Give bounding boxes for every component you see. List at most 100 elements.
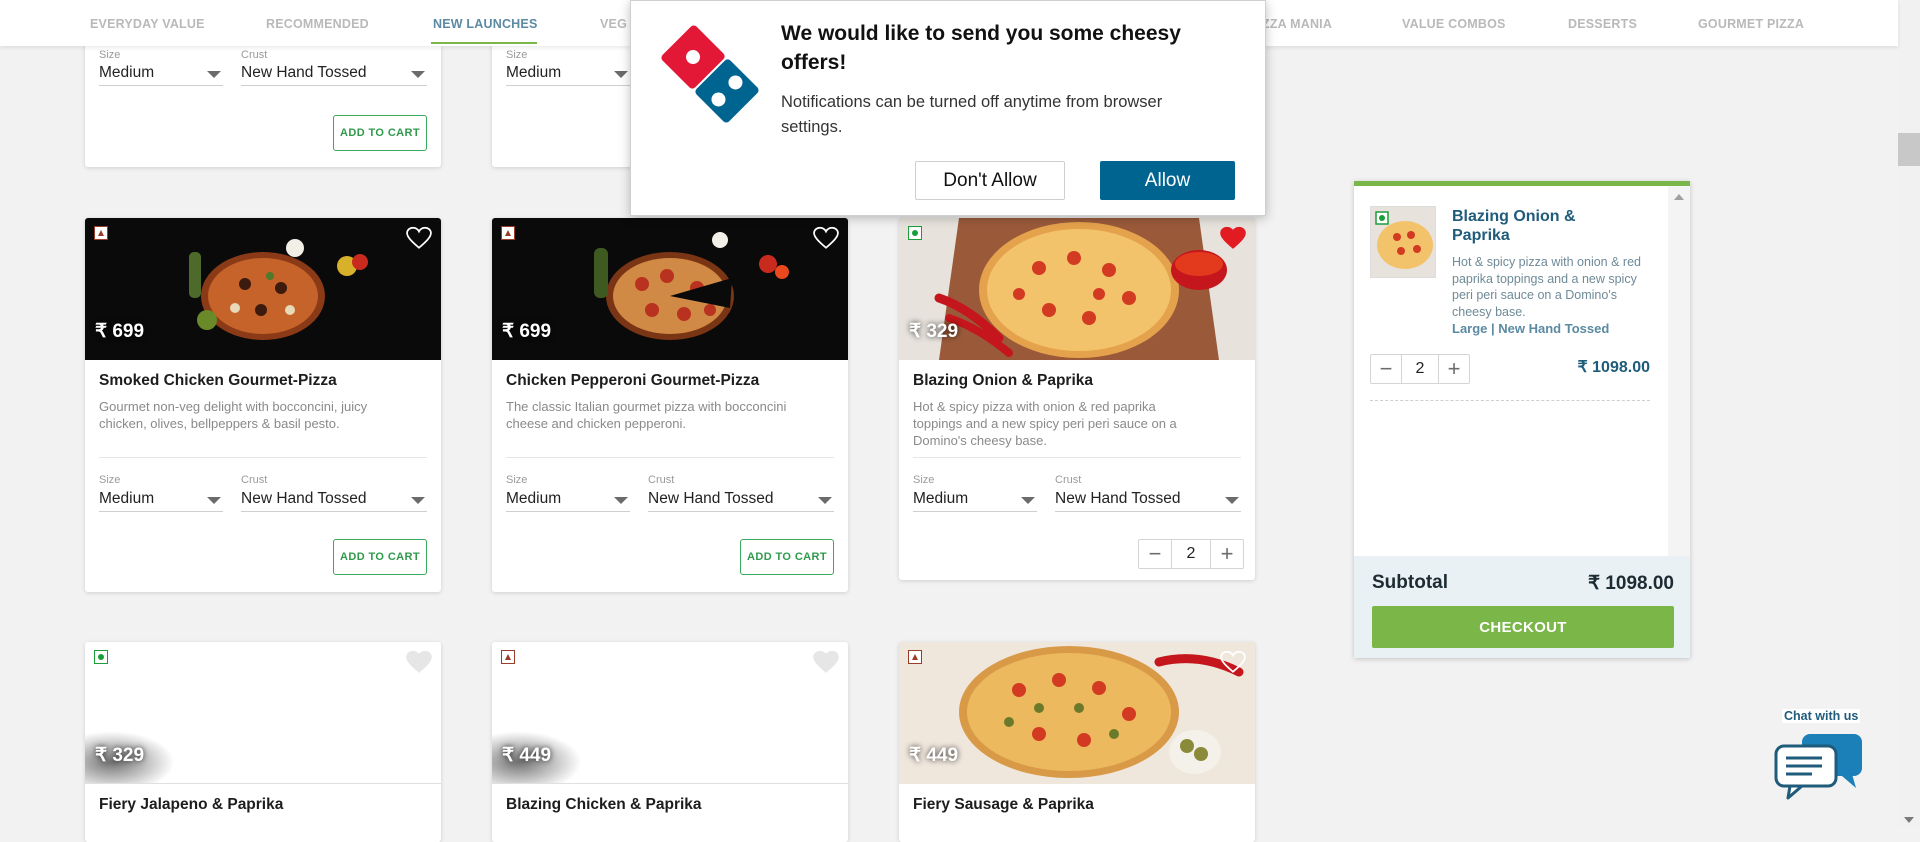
size-select[interactable]: Medium (506, 490, 630, 512)
size-value: Medium (506, 64, 562, 81)
product-card: ₹ 449 Blazing Chicken & Paprika (492, 642, 848, 842)
crust-label: Crust (648, 474, 675, 486)
heart-icon[interactable] (406, 650, 432, 674)
chat-label[interactable]: Chat with us (1782, 709, 1861, 723)
active-tab-underline (431, 42, 537, 44)
heart-icon[interactable] (406, 226, 432, 250)
product-description: Hot & spicy pizza with onion & red papri… (913, 399, 1177, 448)
size-value: Medium (99, 64, 155, 81)
crust-value: New Hand Tossed (241, 64, 367, 81)
chevron-down-icon (411, 71, 425, 78)
dialog-heading: We would like to send you some cheesy of… (781, 22, 1181, 74)
size-select[interactable]: Medium (913, 490, 1037, 512)
crust-label: Crust (1055, 474, 1082, 486)
heart-icon[interactable] (813, 226, 839, 250)
crust-select[interactable]: New Hand Tossed (241, 490, 427, 512)
pizza-image[interactable]: ₹ 699 (492, 218, 848, 360)
product-name: Blazing Chicken & Paprika (506, 796, 702, 813)
crust-value: New Hand Tossed (648, 490, 774, 507)
tab-new-launches[interactable]: NEW LAUNCHES (433, 17, 537, 31)
tab-gourmet-pizza[interactable]: GOURMET PIZZA (1698, 17, 1804, 31)
crust-label: Crust (241, 49, 268, 61)
non-veg-icon (501, 650, 515, 664)
chevron-down-icon (1021, 497, 1035, 504)
dont-allow-button[interactable]: Don't Allow (915, 161, 1065, 200)
product-name: Blazing Onion & Paprika (913, 372, 1093, 389)
tab-value-combos[interactable]: VALUE COMBOS (1402, 17, 1506, 31)
add-to-cart-button[interactable]: ADD TO CART (740, 539, 834, 575)
cart-panel: Blazing Onion & Paprika Hot & spicy pizz… (1354, 181, 1690, 658)
subtotal-value: ₹ 1098.00 (1587, 573, 1674, 594)
chat-bubble-icon[interactable] (1772, 730, 1868, 800)
pizza-image[interactable]: ₹ 699 (85, 218, 441, 360)
size-select[interactable]: Medium (506, 64, 630, 86)
cart-scrollbar[interactable] (1668, 186, 1690, 556)
crust-select[interactable]: New Hand Tossed (1055, 490, 1241, 512)
divider (1370, 400, 1650, 401)
pizza-image[interactable]: ₹ 449 (492, 642, 848, 784)
quantity-stepper: − 2 + (1370, 354, 1470, 384)
size-value: Medium (99, 490, 155, 507)
product-price: ₹ 449 (502, 745, 552, 766)
cart-item-description: Hot & spicy pizza with onion & red papri… (1452, 255, 1641, 319)
pizza-image[interactable]: ₹ 329 (899, 218, 1255, 360)
chevron-down-icon (207, 71, 221, 78)
product-price: ₹ 449 (909, 745, 959, 766)
tab-everyday-value[interactable]: EVERYDAY VALUE (90, 17, 205, 31)
size-select[interactable]: Medium (99, 64, 223, 86)
allow-button[interactable]: Allow (1100, 161, 1235, 200)
non-veg-icon (501, 226, 515, 240)
dialog-body: Notifications can be turned off anytime … (781, 93, 1163, 136)
size-value: Medium (913, 490, 969, 507)
product-card: ₹ 699 Smoked Chicken Gourmet-Pizza Gourm… (85, 218, 441, 592)
cart-item-image (1370, 206, 1436, 278)
heart-icon[interactable] (813, 650, 839, 674)
crust-select[interactable]: New Hand Tossed (241, 64, 427, 86)
heart-icon[interactable] (1220, 226, 1246, 250)
scroll-up-icon[interactable] (1674, 194, 1684, 200)
size-label: Size (99, 49, 121, 61)
crust-value: New Hand Tossed (1055, 490, 1181, 507)
checkout-button[interactable]: CHECKOUT (1372, 606, 1674, 648)
quantity-value: 2 (1171, 540, 1211, 568)
crust-select[interactable]: New Hand Tossed (648, 490, 834, 512)
crust-value: New Hand Tossed (241, 490, 367, 507)
subtotal-label: Subtotal (1372, 572, 1448, 593)
chevron-down-icon (1225, 497, 1239, 504)
size-label: Size (506, 474, 528, 486)
pizza-image[interactable]: ₹ 449 (899, 642, 1255, 784)
size-label: Size (913, 474, 935, 486)
chevron-down-icon (818, 497, 832, 504)
non-veg-icon (908, 650, 922, 664)
tab-recommended[interactable]: RECOMMENDED (266, 17, 369, 31)
scroll-down-icon[interactable] (1904, 817, 1914, 823)
add-to-cart-button[interactable]: ADD TO CART (333, 539, 427, 575)
tab-pizza-mania[interactable]: ZZA MANIA (1262, 17, 1332, 31)
product-card: ₹ 449 Fiery Sausage & Paprika (899, 642, 1255, 842)
size-select[interactable]: Medium (99, 490, 223, 512)
chevron-down-icon (411, 497, 425, 504)
add-to-cart-button[interactable]: ADD TO CART (333, 115, 427, 151)
tab-veg[interactable]: VEG (600, 17, 627, 31)
size-value: Medium (506, 490, 562, 507)
tab-desserts[interactable]: DESSERTS (1568, 17, 1637, 31)
divider (99, 457, 427, 458)
plus-button[interactable]: + (1439, 355, 1469, 383)
product-card: Size Medium Crust New Hand Tossed ADD TO… (85, 30, 441, 167)
pizza-image[interactable]: ₹ 329 (85, 642, 441, 784)
veg-icon (908, 226, 922, 240)
size-label: Size (99, 474, 121, 486)
crust-label: Crust (241, 474, 268, 486)
veg-icon (94, 650, 108, 664)
product-name: Fiery Sausage & Paprika (913, 796, 1094, 813)
page-scrollbar[interactable] (1898, 0, 1920, 827)
minus-button[interactable]: − (1139, 540, 1171, 568)
heart-icon[interactable] (1220, 650, 1246, 674)
scrollbar-thumb[interactable] (1898, 133, 1920, 166)
minus-button[interactable]: − (1371, 355, 1401, 383)
non-veg-icon (94, 226, 108, 240)
plus-button[interactable]: + (1211, 540, 1243, 568)
divider (913, 457, 1241, 458)
product-price: ₹ 699 (95, 321, 145, 342)
cart-footer: Subtotal ₹ 1098.00 CHECKOUT (1354, 556, 1690, 658)
